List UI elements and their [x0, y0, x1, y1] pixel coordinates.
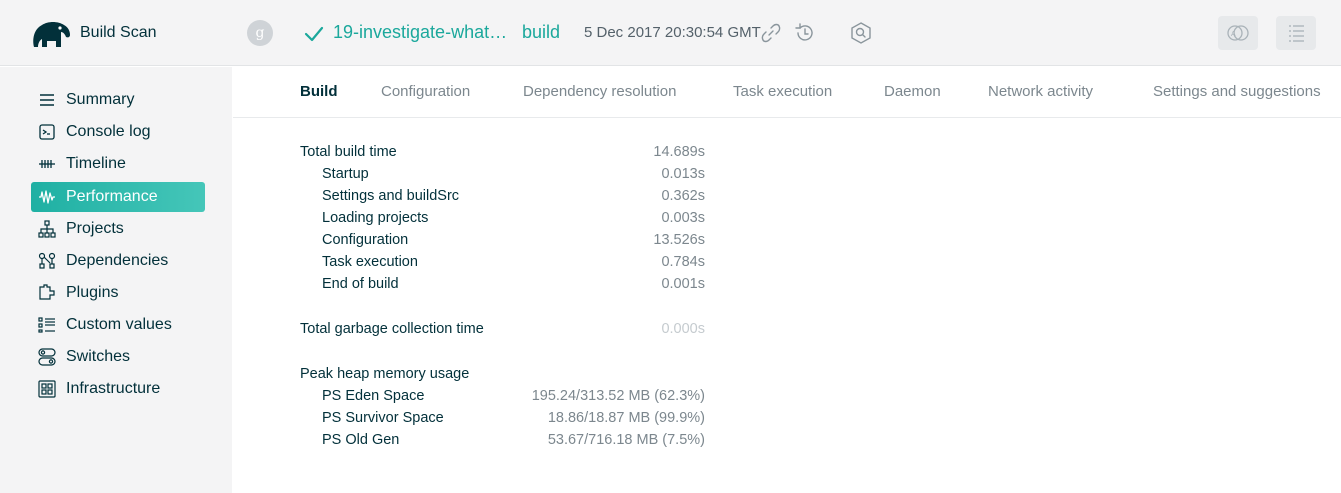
project-name[interactable]: 19-investigate-what…	[333, 22, 507, 43]
phase-row: End of build 0.001s	[300, 276, 705, 296]
sidebar-item-infrastructure[interactable]: Infrastructure	[31, 374, 205, 404]
sidebar-item-dependencies[interactable]: Dependencies	[31, 246, 205, 276]
row-label: Configuration	[322, 232, 409, 248]
tab-bar: Build Configuration Dependency resolutio…	[233, 67, 1341, 118]
row-value: 0.784s	[661, 254, 705, 270]
switches-icon	[37, 347, 57, 367]
row-value: 0.003s	[661, 210, 705, 226]
row-label: Loading projects	[322, 210, 429, 226]
sidebar-item-custom-values[interactable]: Custom values	[31, 310, 205, 340]
sidebar-item-projects[interactable]: Projects	[31, 214, 205, 244]
sidebar-item-label: Infrastructure	[66, 380, 161, 397]
row-label: PS Old Gen	[322, 432, 400, 448]
row-label: End of build	[322, 276, 399, 292]
row-value: 0.000s	[661, 321, 705, 337]
brand[interactable]: Build Scan	[30, 17, 157, 49]
timeline-icon	[37, 154, 57, 174]
sidebar-item-label: Console log	[66, 123, 151, 140]
phase-row: Loading projects 0.003s	[300, 210, 705, 230]
search-scan-icon[interactable]	[850, 22, 872, 44]
sidebar-item-label: Timeline	[66, 155, 126, 172]
list-icon	[1289, 25, 1304, 42]
row-value: 0.001s	[661, 276, 705, 292]
task-name[interactable]: build	[522, 22, 560, 43]
phase-row: Configuration 13.526s	[300, 232, 705, 252]
brand-name: Build Scan	[80, 24, 157, 41]
sidebar-item-label: Projects	[66, 220, 124, 237]
sidebar-item-summary[interactable]: Summary	[31, 85, 205, 115]
sidebar: Summary Console log Timeline Performance…	[0, 67, 232, 493]
menu-button[interactable]	[1276, 16, 1316, 50]
tab-daemon[interactable]: Daemon	[884, 83, 941, 100]
build-timestamp: 5 Dec 2017 20:30:54 GMT	[584, 24, 761, 41]
sidebar-item-performance[interactable]: Performance	[31, 182, 205, 212]
row-label: Task execution	[322, 254, 418, 270]
compare-icon: A	[1227, 25, 1249, 41]
heap-row: PS Eden Space 195.24/313.52 MB (62.3%)	[300, 388, 705, 408]
gc-time-row: Total garbage collection time 0.000s	[300, 321, 705, 341]
summary-icon	[37, 90, 57, 110]
heap-row: PS Old Gen 53.67/716.18 MB (7.5%)	[300, 432, 705, 452]
sidebar-item-label: Switches	[66, 348, 131, 365]
sidebar-item-switches[interactable]: Switches	[31, 342, 205, 372]
performance-icon	[37, 187, 57, 207]
sidebar-item-timeline[interactable]: Timeline	[31, 149, 205, 179]
sidebar-item-label: Plugins	[66, 284, 119, 301]
heap-row: PS Survivor Space 18.86/18.87 MB (99.9%)	[300, 410, 705, 430]
top-bar: Build Scan g 19-investigate-what… build …	[0, 0, 1341, 66]
user-avatar[interactable]: g	[247, 20, 273, 46]
row-label: Settings and buildSrc	[322, 188, 460, 204]
sidebar-item-label: Summary	[66, 91, 135, 108]
tab-dependency-resolution[interactable]: Dependency resolution	[523, 83, 676, 100]
plugins-icon	[37, 283, 57, 303]
row-value: 13.526s	[653, 232, 705, 248]
phase-row: Task execution 0.784s	[300, 254, 705, 274]
row-label: Peak heap memory usage	[300, 366, 470, 382]
compare-button[interactable]: A	[1218, 16, 1258, 50]
row-value: 0.362s	[661, 188, 705, 204]
custom-values-icon	[37, 315, 57, 335]
history-icon[interactable]	[794, 22, 816, 44]
tab-task-execution[interactable]: Task execution	[733, 83, 832, 100]
dependencies-icon	[37, 251, 57, 271]
row-value: 0.013s	[661, 166, 705, 182]
row-label: Total build time	[300, 144, 397, 160]
row-label: Startup	[322, 166, 369, 182]
sidebar-item-console-log[interactable]: Console log	[31, 117, 205, 147]
infrastructure-icon	[37, 379, 57, 399]
row-label: Total garbage collection time	[300, 321, 484, 337]
sidebar-item-label: Custom values	[66, 316, 172, 333]
row-value: 53.67/716.18 MB (7.5%)	[547, 432, 705, 448]
row-value: 14.689s	[653, 144, 705, 160]
tab-network-activity[interactable]: Network activity	[988, 83, 1093, 100]
sidebar-item-label: Dependencies	[66, 252, 169, 269]
row-label: PS Survivor Space	[322, 410, 444, 426]
total-build-time-row: Total build time 14.689s	[300, 144, 705, 164]
projects-icon	[37, 219, 57, 239]
link-icon[interactable]	[760, 22, 782, 44]
tab-build[interactable]: Build	[300, 83, 338, 100]
row-value: 18.86/18.87 MB (99.9%)	[547, 410, 705, 426]
heap-usage-header-row: Peak heap memory usage	[300, 366, 705, 386]
row-label: PS Eden Space	[322, 388, 425, 404]
elephant-logo-icon	[33, 22, 70, 47]
console-icon	[37, 122, 57, 142]
phase-row: Settings and buildSrc 0.362s	[300, 188, 705, 208]
row-value: 195.24/313.52 MB (62.3%)	[531, 388, 705, 404]
sidebar-item-label: Performance	[66, 188, 158, 205]
success-check-icon	[304, 26, 324, 42]
tab-configuration[interactable]: Configuration	[381, 83, 470, 100]
tab-settings-and-suggestions[interactable]: Settings and suggestions	[1153, 83, 1321, 100]
sidebar-item-plugins[interactable]: Plugins	[31, 278, 205, 308]
svg-text:A: A	[1231, 31, 1236, 38]
phase-row: Startup 0.013s	[300, 166, 705, 186]
